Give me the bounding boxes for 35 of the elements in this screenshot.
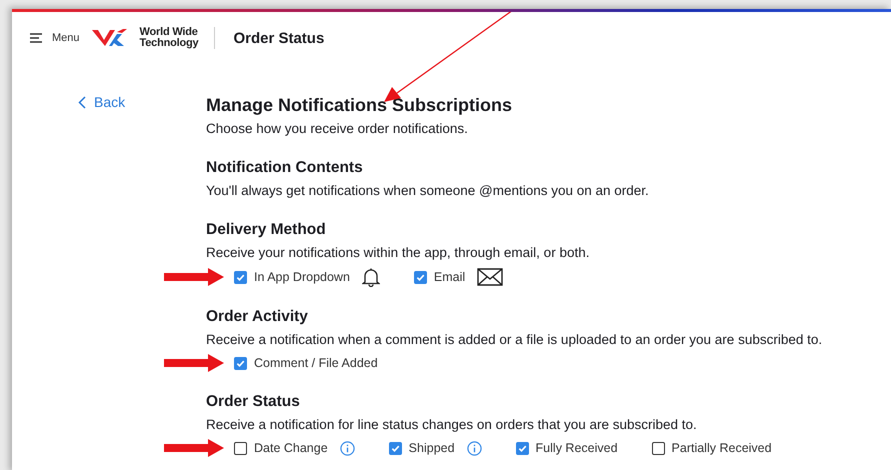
checkbox[interactable] [234, 270, 247, 284]
checkbox-label[interactable]: Partially Received [652, 441, 772, 455]
section-description: Receive your notifications within the app, through email, or both. [206, 244, 590, 262]
info-icon[interactable] [340, 440, 355, 456]
page-subtitle: Choose how you receive order notifications. [206, 120, 468, 138]
checkbox-label[interactable]: Email [414, 270, 466, 284]
bell-icon [362, 267, 380, 287]
menu-button[interactable]: Menu [30, 32, 80, 44]
section-description: Receive a notification when a comment is added or a file is uploaded to an order you are subscribed to. [206, 331, 822, 349]
section-title: Order Status [206, 392, 300, 412]
checkbox[interactable] [234, 356, 247, 370]
page-title: Manage Notifications Subscriptions [206, 94, 514, 116]
section-title: Notification Contents [206, 158, 363, 178]
checkbox[interactable] [234, 442, 247, 454]
section-title: Order Activity [206, 307, 308, 327]
checkbox[interactable] [414, 270, 427, 284]
section-title: Delivery Method [206, 220, 326, 240]
envelope-icon [477, 268, 504, 286]
checkbox-label[interactable]: Comment / File Added [234, 356, 378, 370]
section-description: You'll always get notifications when someone @mentions you on an order. [206, 182, 649, 200]
checkbox-label[interactable]: Shipped [388, 441, 455, 455]
menu-icon [30, 33, 42, 43]
checkbox[interactable] [388, 442, 402, 454]
info-icon[interactable] [466, 440, 482, 456]
app-title: Order Status [233, 30, 324, 46]
checkbox-label[interactable]: Fully Received [516, 441, 618, 455]
checkbox-label[interactable]: In App Dropdown [234, 270, 350, 284]
chevron-left-icon [78, 96, 86, 108]
logo-text: World Wide Technology [140, 27, 198, 49]
logo-icon [92, 28, 128, 48]
section-description: Receive a notification for line status changes on orders that you are subscribed to. [206, 416, 697, 434]
checkbox[interactable] [516, 442, 529, 454]
checkbox-label[interactable]: Date Change [234, 441, 328, 455]
back-link[interactable]: Back [78, 94, 126, 110]
checkbox[interactable] [652, 442, 665, 454]
